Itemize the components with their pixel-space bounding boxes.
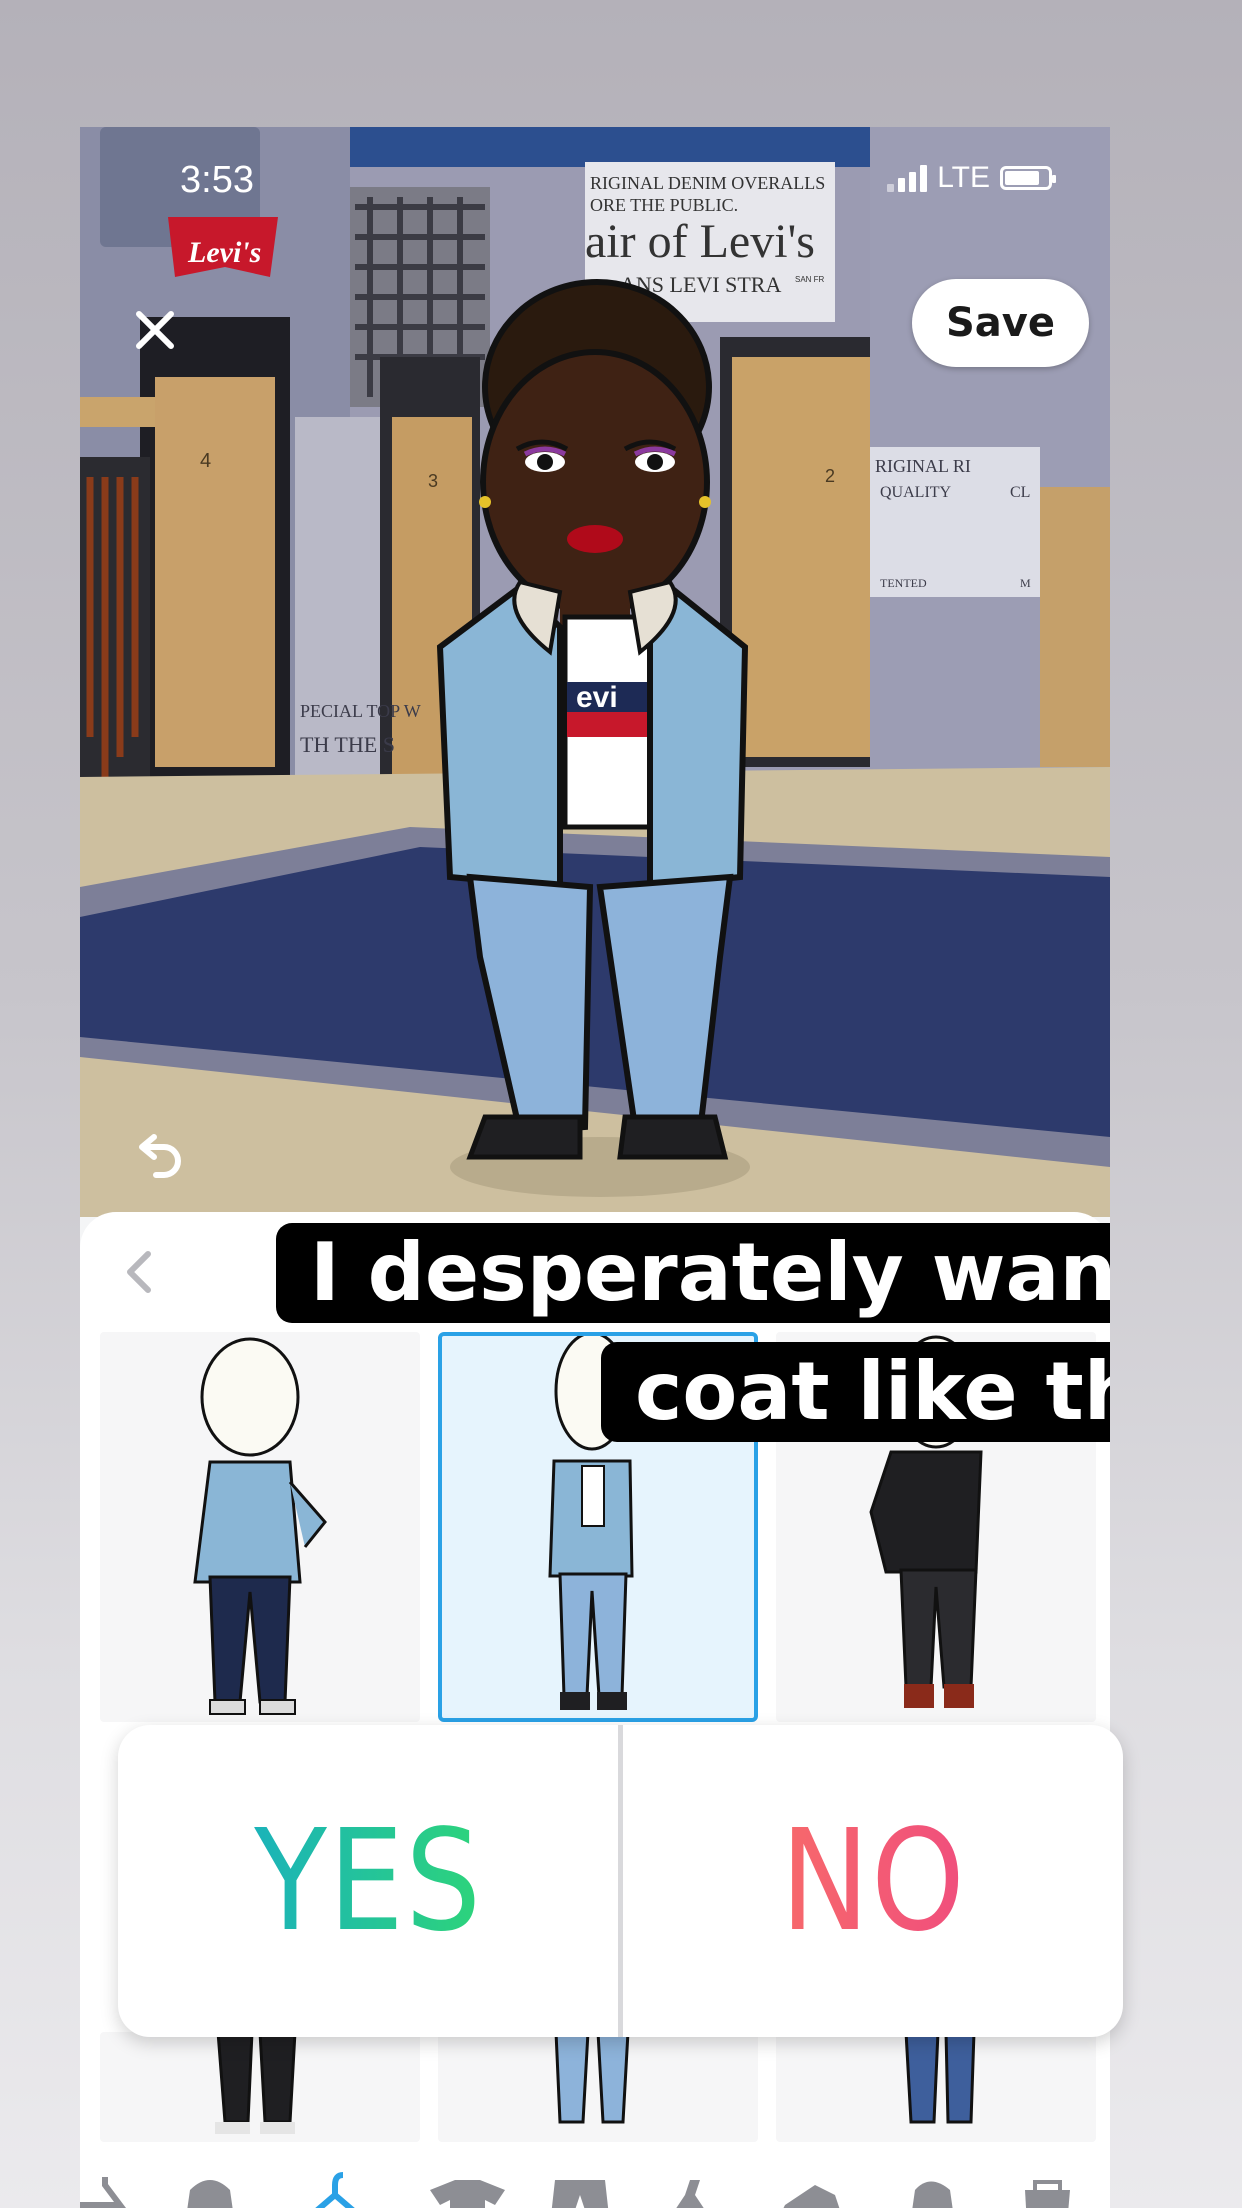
signal-icon [887,164,928,192]
undo-button[interactable] [120,1117,196,1193]
hoodie-icon [187,2180,233,2208]
poll-yes-option[interactable]: YES [118,1725,618,2037]
close-icon [136,311,174,349]
close-button[interactable] [120,295,190,365]
pants-icon [551,2180,609,2208]
poll-yes-label: YES [253,1799,483,1963]
tshirt-icon [430,2180,505,2208]
poll-no-label: NO [779,1799,967,1963]
chevron-left-icon [127,1251,151,1293]
outfit-card-6[interactable] [776,2032,1096,2142]
outfit-card-1[interactable] [100,1332,420,1722]
hanger-icon [315,2172,355,2208]
avatar-preview-scene: Levi's 4 3 PECIAL TOP W TH THE S RIGINAL… [80,127,1110,1217]
poll-sticker: YES NO [118,1725,1123,2037]
category-tab-bar[interactable] [80,2165,1110,2208]
poll-no-option[interactable]: NO [623,1725,1123,2037]
outfit-card-5[interactable] [438,2032,758,2142]
avatar-shirt-text: evi [576,681,618,714]
hanger-partial-icon [80,2177,126,2208]
status-bar: 3:53 LTE [80,127,1110,227]
back-button[interactable] [110,1242,170,1302]
status-time: 3:53 [180,159,254,201]
save-button[interactable]: Save [912,279,1089,367]
coat-icon [912,2181,953,2208]
outfit-black-pants-image [215,2032,297,2134]
battery-icon [1000,166,1056,190]
network-label: LTE [937,161,990,194]
undo-icon [139,1134,181,1178]
outfit-denim-jacket-dark-jeans-image [193,1337,327,1715]
shoe-icon [783,2185,840,2208]
outfit-light-jeans-image [554,2032,630,2124]
dress-icon [676,2180,704,2208]
caption-line-2: coat like this [601,1342,1110,1442]
bag-icon [1025,2180,1070,2208]
caption-line-1: I desperately want a [276,1223,1110,1323]
outfit-blue-jeans-image [904,2032,976,2124]
status-indicators: LTE [887,161,1056,195]
outfit-card-4[interactable] [100,2032,420,2142]
